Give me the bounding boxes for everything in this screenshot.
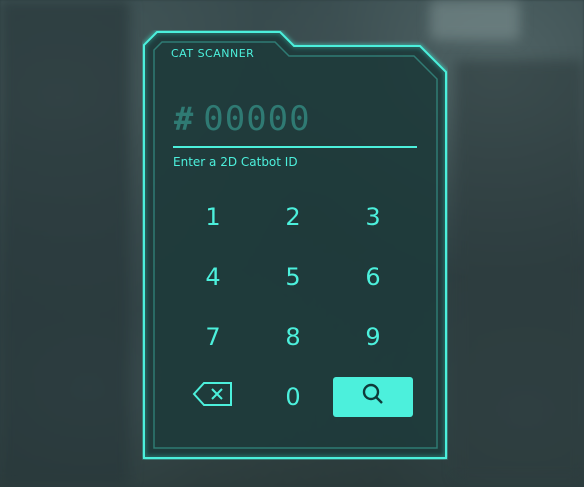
key-8[interactable]: 8 (253, 317, 333, 357)
key-2[interactable]: 2 (253, 197, 333, 237)
search-icon (361, 382, 385, 412)
backspace-button[interactable] (173, 377, 253, 417)
input-underline (173, 146, 417, 148)
key-7[interactable]: 7 (173, 317, 253, 357)
key-3[interactable]: 3 (333, 197, 413, 237)
background-shape (0, 0, 130, 487)
id-prefix: # (174, 100, 194, 138)
key-6[interactable]: 6 (333, 257, 413, 297)
input-hint: Enter a 2D Catbot ID (173, 155, 298, 169)
search-button[interactable] (333, 377, 413, 417)
catbot-id-input[interactable]: # 00000 (174, 96, 419, 142)
panel-title: CAT SCANNER (171, 47, 255, 60)
backspace-icon (192, 381, 234, 413)
key-4[interactable]: 4 (173, 257, 253, 297)
key-5[interactable]: 5 (253, 257, 333, 297)
id-placeholder: 00000 (203, 99, 311, 139)
cat-scanner-panel: CAT SCANNER # 00000 Enter a 2D Catbot ID… (142, 30, 448, 460)
key-1[interactable]: 1 (173, 197, 253, 237)
key-9[interactable]: 9 (333, 317, 413, 357)
background-shape (455, 60, 584, 480)
key-0[interactable]: 0 (253, 377, 333, 417)
